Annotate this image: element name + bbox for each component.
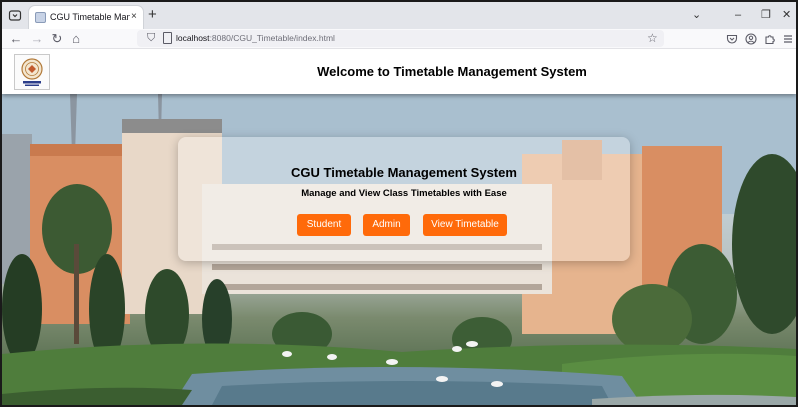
tab-list-icon[interactable] [8, 8, 22, 22]
site-header: Welcome to Timetable Management System [2, 50, 796, 94]
url-text[interactable]: localhost:8080/CGU_Timetable/index.html [176, 33, 335, 43]
student-button[interactable]: Student [297, 214, 351, 236]
view-timetable-button[interactable]: View Timetable [423, 214, 507, 236]
url-host: localhost [176, 33, 210, 43]
menu-icon[interactable] [782, 30, 794, 50]
new-tab-button[interactable]: + [148, 6, 157, 24]
browser-window: CGU Timetable Management Syste × + ⌄ – ❐… [0, 0, 798, 407]
hero-card: CGU Timetable Management System Manage a… [178, 137, 630, 261]
close-window-icon[interactable]: ✕ [782, 7, 791, 23]
web-page: Welcome to Timetable Management System C… [2, 50, 796, 405]
admin-button[interactable]: Admin [363, 214, 410, 236]
favicon-icon [35, 12, 46, 23]
page-icon[interactable] [163, 32, 172, 44]
extensions-icon[interactable] [764, 30, 776, 50]
home-icon[interactable]: ⌂ [68, 30, 84, 48]
maximize-icon[interactable]: ❐ [761, 7, 771, 23]
forward-icon[interactable]: → [29, 30, 45, 48]
pocket-icon[interactable] [726, 30, 738, 50]
hero-subtitle: Manage and View Class Timetables with Ea… [301, 188, 507, 199]
address-bar[interactable]: ⛉ localhost:8080/CGU_Timetable/index.htm… [137, 30, 664, 47]
hero-title: CGU Timetable Management System [291, 165, 517, 180]
shield-icon[interactable]: ⛉ [147, 31, 155, 46]
back-icon[interactable]: ← [8, 30, 24, 48]
navigation-toolbar: ← → ↻ ⌂ ⛉ localhost:8080/CGU_Timetable/i… [2, 29, 796, 49]
page-title: Welcome to Timetable Management System [317, 64, 587, 79]
account-icon[interactable] [745, 30, 757, 50]
star-icon[interactable]: ☆ [647, 30, 658, 47]
tab-title: CGU Timetable Management Syste [50, 12, 130, 22]
reload-icon[interactable]: ↻ [49, 30, 65, 48]
tab-close-icon[interactable]: × [131, 10, 137, 24]
minimize-icon[interactable]: – [735, 7, 741, 23]
list-all-tabs-icon[interactable]: ⌄ [692, 7, 701, 23]
university-logo [14, 54, 50, 90]
browser-tab[interactable]: CGU Timetable Management Syste × [29, 6, 143, 29]
tab-strip: CGU Timetable Management Syste × + ⌄ – ❐… [2, 2, 796, 29]
url-path: :8080/CGU_Timetable/index.html [209, 33, 335, 43]
